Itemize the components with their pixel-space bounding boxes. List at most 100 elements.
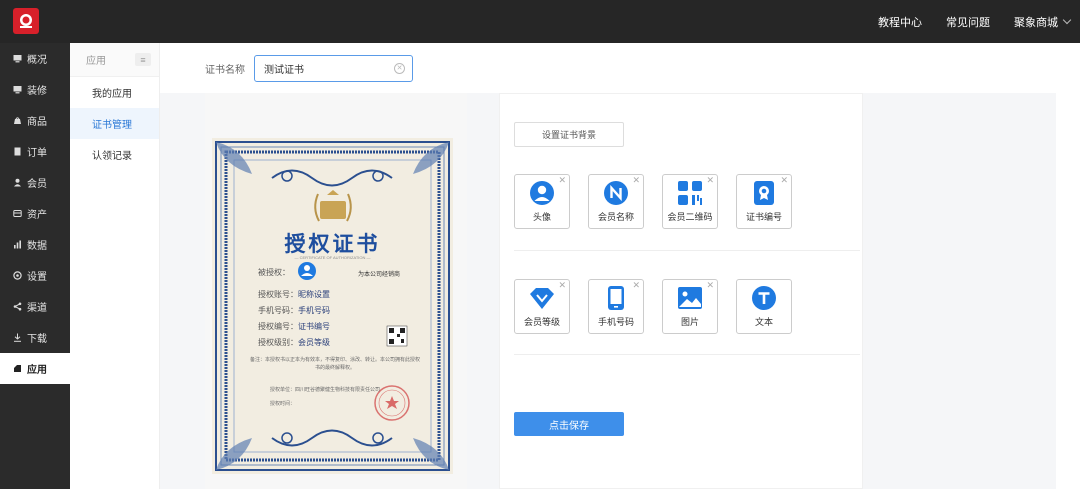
widget-row-2: ✕ 会员等级 ✕ 手机号码 ✕ 图片 文本 (514, 279, 810, 334)
certificate-icon (751, 180, 777, 206)
image-icon (677, 285, 703, 311)
number-value: 证书编号 (298, 322, 330, 331)
certificate-subtitle: — CERTIFICATE OF AUTHORIZATION — (294, 255, 371, 260)
chevron-down-icon (1062, 15, 1072, 24)
sidebar-item-goods[interactable]: 商品 (0, 105, 70, 136)
share-icon (13, 302, 22, 311)
subnav-item-my-apps[interactable]: 我的应用 (70, 77, 159, 108)
sidebar-item-label: 会员 (27, 179, 47, 190)
widget-member-qrcode[interactable]: ✕ 会员二维码 (662, 174, 718, 229)
save-button[interactable]: 点击保存 (514, 412, 624, 436)
widget-member-level[interactable]: ✕ 会员等级 (514, 279, 570, 334)
certificate-title: 授权证书 (284, 233, 381, 256)
close-icon[interactable]: ✕ (706, 281, 714, 290)
logo-mark-icon (20, 14, 32, 28)
sidebar-item-apps[interactable]: 应用 (0, 353, 70, 384)
certificate-unit: 授权单位：四川旺谷德聚健生物科技有限责任公司 (270, 387, 381, 393)
sidebar-item-label: 概况 (27, 55, 47, 66)
app-icon (13, 364, 22, 373)
sidebar-item-download[interactable]: 下载 (0, 322, 70, 353)
chart-icon (13, 240, 22, 249)
sidebar-item-settings[interactable]: 设置 (0, 260, 70, 291)
grantee-label-text: 被授权： (258, 268, 290, 277)
sidebar-item-label: 资产 (27, 210, 47, 221)
grantee-label: 被授权： (258, 267, 290, 278)
certificate-time: 授权时间： (270, 401, 296, 407)
sidebar-item-label: 装修 (27, 86, 47, 97)
widget-label: 图片 (680, 317, 699, 327)
asset-icon (13, 209, 22, 218)
widget-label: 头像 (532, 212, 551, 222)
subnav-header: 应用 ≡ (70, 43, 159, 77)
cert-name-field[interactable]: ✕ (254, 54, 413, 82)
set-background-button[interactable]: 设置证书背景 (514, 122, 624, 147)
sidebar-item-assets[interactable]: 资产 (0, 198, 70, 229)
widget-label: 会员二维码 (667, 212, 713, 222)
cert-name-input[interactable] (264, 62, 384, 74)
monitor-icon (13, 85, 22, 94)
text-icon (751, 285, 777, 311)
sidebar-item-decorate[interactable]: 装修 (0, 74, 70, 105)
close-icon[interactable]: ✕ (780, 176, 788, 185)
tutorial-link[interactable]: 教程中心 (878, 14, 922, 30)
store-menu[interactable]: 聚象商城 (1014, 14, 1072, 30)
order-icon (13, 147, 22, 156)
cert-name-row: 证书名称 ✕ (160, 43, 1056, 93)
phone-label: 手机号码： (258, 306, 298, 315)
sidebar-item-label: 设置 (27, 272, 47, 283)
widget-image[interactable]: ✕ 图片 (662, 279, 718, 334)
sidebar-item-overview[interactable]: 概况 (0, 43, 70, 74)
account-line: 授权账号：昵称设置 (258, 289, 330, 300)
close-icon[interactable]: ✕ (632, 176, 640, 185)
widget-member-name[interactable]: ✕ 会员名称 (588, 174, 644, 229)
close-icon[interactable]: ✕ (558, 281, 566, 290)
widget-label: 手机号码 (597, 317, 634, 327)
sub-sidebar: 应用 ≡ 我的应用 证书管理 认领记录 (70, 43, 160, 489)
bag-icon (13, 116, 22, 125)
number-label: 授权编号： (258, 322, 298, 331)
close-icon[interactable]: ✕ (632, 281, 640, 290)
user-icon (13, 178, 22, 187)
widget-avatar[interactable]: ✕ 头像 (514, 174, 570, 229)
section-divider (514, 354, 860, 355)
widget-phone[interactable]: ✕ 手机号码 (588, 279, 644, 334)
sidebar-item-members[interactable]: 会员 (0, 167, 70, 198)
faq-link[interactable]: 常见问题 (946, 14, 990, 30)
widget-label: 证书编号 (745, 212, 782, 222)
main-content: 证书名称 ✕ (160, 43, 1056, 489)
clear-icon[interactable]: ✕ (394, 62, 405, 74)
monitor-icon (13, 54, 22, 63)
editor-panel: 设置证书背景 ✕ 头像 ✕ 会员名称 ✕ 会员二维码 ✕ 证书编号 ✕ 会员等级… (499, 93, 863, 489)
close-icon[interactable]: ✕ (558, 176, 566, 185)
store-label: 聚象商城 (1014, 16, 1058, 29)
brand-logo[interactable] (13, 8, 39, 34)
sidebar-item-data[interactable]: 数据 (0, 229, 70, 260)
account-label: 授权账号： (258, 290, 298, 299)
name-icon (603, 180, 629, 206)
number-line: 授权编号：证书编号 (258, 321, 330, 332)
close-icon[interactable]: ✕ (706, 176, 714, 185)
subnav-item-cert-manage[interactable]: 证书管理 (70, 108, 159, 139)
download-icon (13, 333, 22, 342)
level-label: 授权级别： (258, 338, 298, 347)
sidebar-item-label: 应用 (27, 365, 47, 376)
phone-icon (603, 285, 629, 311)
level-line: 授权级别：会员等级 (258, 337, 330, 348)
certificate-preview: 授权证书 — CERTIFICATE OF AUTHORIZATION — 被授… (205, 93, 467, 489)
sidebar-item-label: 订单 (27, 148, 47, 159)
menu-collapse-icon[interactable]: ≡ (135, 53, 151, 66)
gear-icon (13, 271, 22, 280)
sidebar-item-channels[interactable]: 渠道 (0, 291, 70, 322)
sidebar-item-orders[interactable]: 订单 (0, 136, 70, 167)
widget-text[interactable]: 文本 (736, 279, 792, 334)
sidebar-item-label: 商品 (27, 117, 47, 128)
top-nav: 教程中心 常见问题 聚象商城 (878, 0, 1080, 43)
subnav-item-claim-records[interactable]: 认领记录 (70, 139, 159, 170)
avatar-icon (529, 180, 555, 206)
widget-label: 文本 (754, 317, 773, 327)
widget-row-1: ✕ 头像 ✕ 会员名称 ✕ 会员二维码 ✕ 证书编号 (514, 174, 810, 229)
widget-label: 会员名称 (597, 212, 634, 222)
phone-value: 手机号码 (298, 306, 330, 315)
widget-cert-number[interactable]: ✕ 证书编号 (736, 174, 792, 229)
phone-line: 手机号码：手机号码 (258, 305, 330, 316)
